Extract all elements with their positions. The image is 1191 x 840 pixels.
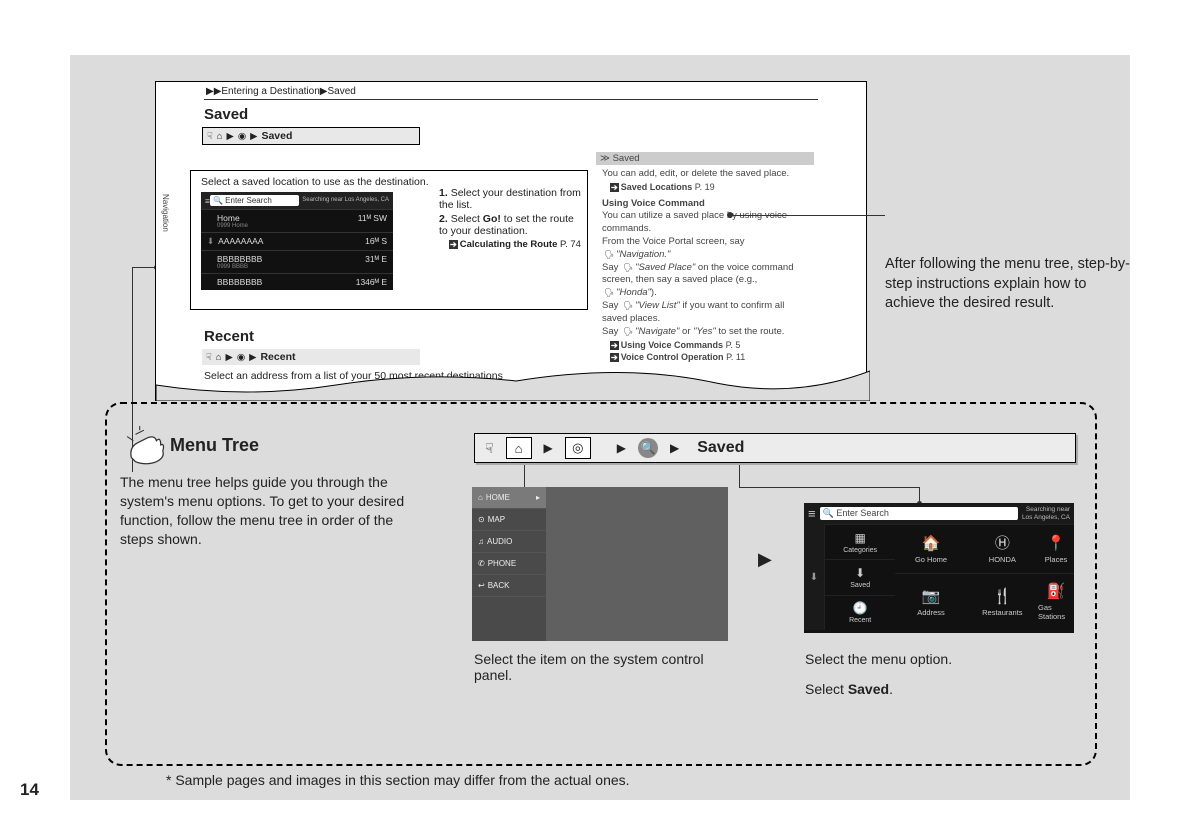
search-input[interactable]: 🔍 Enter Search bbox=[210, 195, 299, 206]
tile-categories[interactable]: ▦Categories bbox=[824, 524, 895, 559]
list-item[interactable]: BBBBBBBB0999 BBBB 31ᴹ E bbox=[201, 250, 393, 273]
leader-line bbox=[730, 215, 885, 216]
home-button-icon: ⌂ bbox=[506, 437, 532, 459]
infotainment-screenshot: ≡ 🔍 Enter Search Searching nearLos Angel… bbox=[804, 503, 1074, 633]
panel-menu-back[interactable]: ↩ BACK bbox=[472, 575, 546, 597]
search-near: Searching nearLos Angeles, CA bbox=[1022, 506, 1070, 520]
panel-menu-audio[interactable]: ♫ AUDIO bbox=[472, 531, 546, 553]
chevron-right-icon bbox=[250, 131, 257, 142]
hand-icon: ☟ bbox=[206, 352, 212, 363]
tile-go-home[interactable]: 🏠Go Home bbox=[895, 524, 966, 573]
map-icon: ◉ bbox=[238, 131, 246, 142]
list-item[interactable]: BBBBBBBB 1346ᴹ E bbox=[201, 273, 393, 290]
leader-line bbox=[524, 465, 525, 489]
search-near: Searching near Los Angeles, CA bbox=[299, 197, 389, 204]
list-item[interactable]: ⬇AAAAAAAA 16ᴹ S bbox=[201, 232, 393, 250]
section-title-saved: Saved bbox=[156, 100, 866, 125]
panel-menu-map[interactable]: ⊙ MAP bbox=[472, 509, 546, 531]
instruction-list: 1. Select your destination from the list… bbox=[439, 187, 585, 252]
chevron-right-icon bbox=[227, 131, 234, 142]
saved-detail-box: Select a saved location to use as the de… bbox=[190, 170, 588, 310]
tile-address[interactable]: 📷Address bbox=[895, 573, 966, 631]
leader-line bbox=[739, 465, 740, 487]
menu-tree-description: The menu tree helps guide you through th… bbox=[120, 473, 430, 549]
list-item[interactable]: Home0999 Home 11ᴹ SW bbox=[201, 209, 393, 232]
page-background: ▶▶Entering a Destination▶Saved Saved ☟ ⌂… bbox=[70, 55, 1130, 800]
menu-tree-end-label: Saved bbox=[697, 439, 744, 457]
chevron-right-icon bbox=[226, 352, 233, 363]
tile-places[interactable]: 📍Places bbox=[1038, 524, 1074, 573]
tip-line: From the Voice Portal screen, say "Navig… bbox=[602, 236, 808, 262]
search-circle-icon: 🔍 bbox=[638, 438, 658, 458]
menu-tree-label: Saved bbox=[261, 130, 292, 142]
chevron-right-icon bbox=[758, 549, 772, 570]
footnote: * Sample pages and images in this sectio… bbox=[166, 772, 630, 788]
tip-line: Say "Saved Place" on the voice command s… bbox=[602, 262, 808, 300]
tile-restaurants[interactable]: 🍴Restaurants bbox=[967, 573, 1038, 631]
menu-tree-bar-large: ☟ ⌂ ◎ 🔍 Saved bbox=[474, 433, 1076, 463]
home-icon: ⌂ bbox=[217, 131, 223, 142]
panel-caption: Select Saved. bbox=[805, 681, 1055, 697]
hand-icon: ☟ bbox=[485, 440, 494, 457]
scroll-handle[interactable]: ⬇ bbox=[804, 524, 824, 630]
leader-line bbox=[919, 487, 920, 503]
sample-page-panel: ▶▶Entering a Destination▶Saved Saved ☟ ⌂… bbox=[155, 81, 867, 401]
menu-tree-bar-recent: ☟ ⌂ ◉ Recent bbox=[202, 349, 420, 365]
menu-tree-heading: Menu Tree bbox=[170, 435, 259, 456]
menu-icon[interactable]: ≡ bbox=[808, 506, 816, 521]
tile-gas[interactable]: ⛽Gas Stations bbox=[1038, 573, 1074, 631]
tile-recent[interactable]: 🕘Recent bbox=[824, 595, 895, 630]
panel-menu-phone[interactable]: ✆ PHONE bbox=[472, 553, 546, 575]
chevron-right-icon bbox=[249, 352, 256, 363]
search-input[interactable]: 🔍 Enter Search bbox=[820, 507, 1018, 520]
tile-saved[interactable]: ⬇Saved bbox=[824, 559, 895, 594]
panel-menu-home[interactable]: ⌂ HOME▸ bbox=[472, 487, 546, 509]
tip-line: You can add, edit, or delete the saved p… bbox=[602, 168, 808, 181]
menu-tree-label: Recent bbox=[260, 351, 295, 363]
breadcrumb: ▶▶Entering a Destination▶Saved bbox=[156, 82, 866, 99]
side-tab-label: Navigation bbox=[161, 194, 170, 232]
callout-text: After following the menu tree, step-by-s… bbox=[885, 255, 1140, 314]
map-button-icon: ◎ bbox=[565, 437, 591, 459]
panel-caption: Select the item on the system control pa… bbox=[474, 651, 724, 683]
hand-icon: ☟ bbox=[207, 131, 213, 142]
home-icon: ⌂ bbox=[216, 352, 222, 363]
tile-honda[interactable]: ⒽHONDA bbox=[967, 524, 1038, 573]
panel-caption: Select the menu option. bbox=[805, 651, 1055, 667]
menu-tree-bar-saved: ☟ ⌂ ◉ Saved bbox=[202, 127, 420, 145]
map-icon: ◉ bbox=[237, 352, 245, 363]
sidebar-head: ≫ Saved bbox=[596, 152, 814, 165]
tip-subhead: Using Voice Command bbox=[602, 198, 808, 211]
recent-desc: Select an address from a list of your 50… bbox=[156, 368, 866, 384]
saved-list-screenshot: ≡ 🔍 Enter Search Searching near Los Ange… bbox=[201, 192, 393, 290]
section-title-recent: Recent bbox=[156, 322, 866, 347]
control-panel-screenshot: ⌂ HOME▸ ⊙ MAP ♫ AUDIO ✆ PHONE ↩ BACK bbox=[472, 487, 728, 641]
leader-line bbox=[132, 267, 156, 268]
chevron-right-icon bbox=[544, 441, 553, 455]
chevron-right-icon bbox=[670, 441, 679, 455]
page-number: 14 bbox=[20, 780, 39, 800]
chevron-right-icon bbox=[617, 441, 626, 455]
pointer-hand-icon bbox=[125, 426, 167, 468]
leader-line bbox=[739, 487, 919, 488]
